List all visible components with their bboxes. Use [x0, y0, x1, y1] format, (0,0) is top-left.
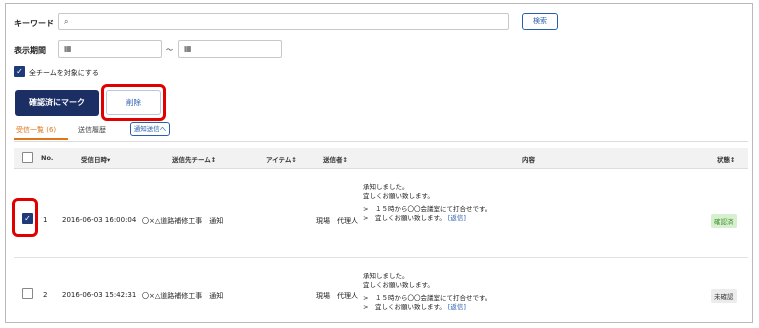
search-icon: ⌕: [64, 17, 69, 26]
table-row[interactable]: ✓ 1 2016-06-03 16:00:04 〇×△道路補修工事 通知 現場 …: [14, 169, 748, 258]
mark-confirmed-button[interactable]: 確認済にマーク: [15, 90, 99, 116]
content-line1: 承知しました。: [363, 272, 409, 280]
quote-text: > 宜しくお願い致します。: [363, 214, 446, 222]
col-sender[interactable]: 送信者↕: [323, 154, 348, 164]
col-content: 内容: [522, 156, 535, 164]
row-sender: 現場 代理人: [316, 292, 358, 300]
tab-active-underline: [14, 138, 68, 140]
row-content: 承知しました。 宜しくお願い致します。 > １５時から〇〇会議室にて打合せです。…: [363, 272, 491, 312]
row-dest-team: 〇×△道路補修工事 通知: [142, 217, 224, 225]
check-icon: ✓: [16, 67, 23, 76]
reply-link[interactable]: [返信]: [448, 303, 466, 311]
reply-link[interactable]: [返信]: [448, 214, 466, 222]
range-separator: 〜: [166, 46, 173, 54]
row-checkbox[interactable]: [22, 288, 33, 299]
quote-line1: > １５時から〇〇会議室にて打合せです。: [363, 205, 492, 213]
period-start-input[interactable]: ▦: [58, 40, 162, 58]
status-badge: 確認済: [711, 214, 737, 228]
quote-text: > 宜しくお願い致します。: [363, 303, 446, 311]
col-dest-team[interactable]: 送信先チーム↕: [172, 154, 216, 164]
app-frame: キーワード ⌕ 検索 表示期間 ▦ 〜 ▦ ✓ 全チームを対象にする 確認済にマ…: [5, 3, 753, 323]
search-button[interactable]: 検索: [522, 13, 558, 30]
tab-sent[interactable]: 送信履歴: [78, 125, 106, 135]
table-row[interactable]: 2 2016-06-03 15:42:31 〇×△道路補修工事 通知 現場 代理…: [14, 258, 748, 322]
row-dest-team: 〇×△道路補修工事 通知: [142, 292, 224, 300]
period-label: 表示期間: [14, 46, 46, 55]
status-badge: 未確認: [711, 289, 737, 303]
quote-line1: > １５時から〇〇会議室にて打合せです。: [363, 294, 492, 302]
calendar-icon: ▦: [184, 44, 192, 53]
content-line1: 承知しました。: [363, 183, 409, 191]
tab-received[interactable]: 受信一覧 (6): [16, 125, 56, 135]
quote-line2: > 宜しくお願い致します。 [返信]: [363, 214, 491, 223]
row-received-at: 2016-06-03 16:00:04: [62, 216, 137, 224]
content-line2: 宜しくお願い致します。: [363, 281, 434, 289]
col-no: No.: [41, 154, 54, 162]
row-received-at: 2016-06-03 15:42:31: [62, 291, 137, 299]
table-header: No. 受信日時▾ 送信先チーム↕ アイテム↕ 送信者↕ 内容 状態↕: [14, 148, 748, 169]
row-content: 承知しました。 宜しくお願い致します。 > １５時から〇〇会議室にて打合せです。…: [363, 183, 491, 223]
keyword-label: キーワード: [14, 19, 54, 28]
quote-line2: > 宜しくお願い致します。 [返信]: [363, 303, 491, 312]
notify-send-button[interactable]: 通知送信へ: [130, 122, 170, 136]
content-line2: 宜しくお願い致します。: [363, 192, 434, 200]
all-teams-checkbox[interactable]: ✓: [14, 66, 25, 77]
tabs-divider: [14, 141, 748, 142]
keyword-input[interactable]: ⌕: [58, 13, 509, 30]
period-end-input[interactable]: ▦: [178, 40, 282, 58]
calendar-icon: ▦: [64, 44, 72, 53]
row-no: 2: [43, 291, 48, 299]
select-all-checkbox[interactable]: [22, 152, 33, 163]
col-status[interactable]: 状態↕: [717, 154, 735, 164]
all-teams-label: 全チームを対象にする: [29, 69, 99, 77]
row-no: 1: [43, 216, 48, 224]
row-sender: 現場 代理人: [316, 217, 358, 225]
delete-button[interactable]: 削除: [106, 90, 161, 115]
col-received-at[interactable]: 受信日時▾: [81, 154, 110, 164]
col-item[interactable]: アイテム↕: [266, 154, 297, 164]
checkbox-highlight-box: [12, 198, 38, 237]
